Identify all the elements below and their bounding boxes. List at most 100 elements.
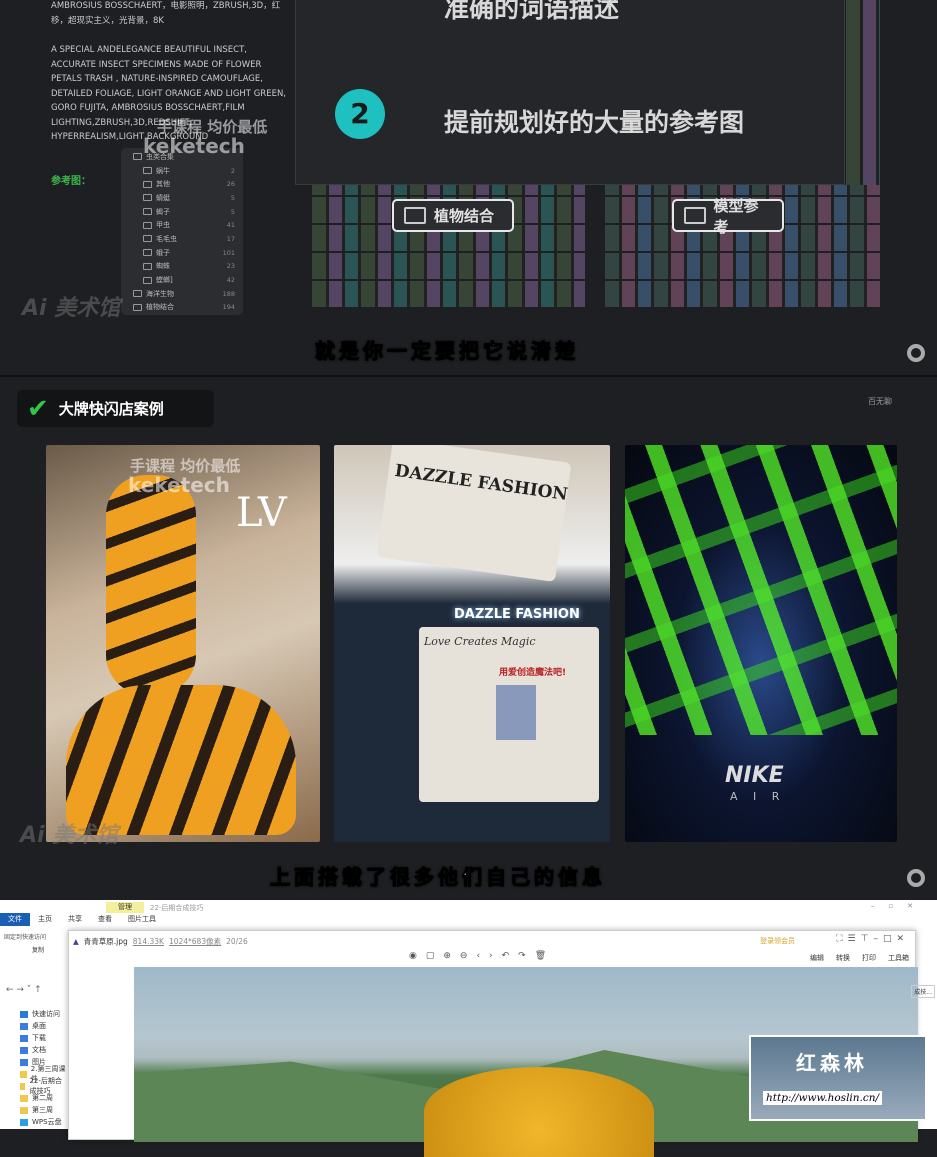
newspaper-headline: Love Creates Magic bbox=[424, 635, 536, 648]
nav-item[interactable]: 22-后期合成技巧 bbox=[0, 1077, 66, 1095]
check-icon: ✔ bbox=[27, 393, 49, 424]
viewer-action[interactable]: 工具箱 bbox=[888, 953, 909, 963]
tree-item-count: 194 bbox=[222, 303, 235, 312]
tree-item-label: 螳螂] bbox=[156, 276, 173, 285]
folder-plants[interactable]: 植物结合 bbox=[392, 199, 514, 232]
newspaper-caption: 用爱创造魔法吧! bbox=[499, 668, 567, 678]
folder-icon bbox=[143, 262, 152, 270]
folder-models[interactable]: 模型参考 bbox=[672, 197, 784, 236]
folder-icon bbox=[20, 1094, 28, 1102]
tree-item-count: 26 bbox=[226, 180, 235, 189]
points-card: 准确的词语描述 2 提前规划好的大量的参考图 bbox=[295, 0, 845, 185]
slide-reference-images: AMBROSIUS BOSSCHAERT，电影照明，ZBRUSH,3D，红移，超… bbox=[0, 0, 937, 375]
nav-item[interactable]: 下载 bbox=[0, 1032, 66, 1044]
ai-museum-logo: Ai 美术馆 bbox=[20, 823, 119, 848]
point2-number: 2 bbox=[335, 89, 385, 139]
folder-icon bbox=[143, 249, 152, 257]
screen bbox=[496, 685, 536, 740]
ribbon-tab[interactable]: 共享 bbox=[60, 913, 90, 926]
nav-item[interactable]: 第三周 bbox=[0, 1104, 66, 1116]
tree-item-label: 海洋生物 bbox=[146, 289, 174, 298]
point1-text: 准确的词语描述 bbox=[444, 0, 620, 23]
viewer-action[interactable]: 编辑 bbox=[810, 953, 824, 963]
tree-item-count: 17 bbox=[226, 234, 235, 243]
nav-item[interactable]: 快速访问 bbox=[0, 1008, 66, 1020]
ribbon-pin[interactable]: 固定到快速访问 bbox=[4, 932, 64, 943]
folder-icon bbox=[20, 1106, 28, 1114]
tree-item[interactable]: 蜗牛 2 bbox=[121, 164, 243, 178]
prompt-cn: AMBROSIUS BOSSCHAERT，电影照明，ZBRUSH,3D，红移，超… bbox=[51, 1, 281, 26]
folder-icon bbox=[20, 1034, 28, 1042]
tree-item[interactable]: 螳螂] 42 bbox=[121, 273, 243, 287]
tree-item[interactable]: 其他 26 bbox=[121, 177, 243, 191]
tree-item[interactable]: 海洋生物 188 bbox=[121, 287, 243, 301]
channel-logo-icon bbox=[907, 344, 925, 362]
channel-logo-icon bbox=[907, 869, 925, 887]
point2-text: 提前规划好的大量的参考图 bbox=[444, 108, 745, 137]
folder-tree: 虫类合集 蜗牛 2 其他 26 蜻蜓 5 蝎子 5 甲虫 41 毛毛虫 17 蛾子 101 蜘蛛 23 螳螂] 4… bbox=[121, 148, 243, 315]
ribbon-tab[interactable]: 主页 bbox=[30, 913, 60, 926]
file-explorer: 管理 22-后期合成技巧 –▫✕ 文件 主页 共享 查看 图片工具 固定到快速访问 复制… bbox=[0, 900, 937, 1157]
tree-item[interactable]: 蝎子 5 bbox=[121, 205, 243, 219]
tree-item-label: 蝎子 bbox=[156, 207, 170, 216]
window-controls[interactable]: –▫✕ bbox=[871, 902, 927, 910]
folder-icon bbox=[20, 1082, 26, 1090]
tree-item[interactable]: 蜻蜓 5 bbox=[121, 191, 243, 205]
folder-icon bbox=[20, 1058, 28, 1066]
tree-item[interactable]: 毛毛虫 17 bbox=[121, 232, 243, 246]
search-box[interactable]: 成技... bbox=[911, 985, 935, 998]
tree-item-label: 毛毛虫 bbox=[156, 234, 177, 243]
viewer-action[interactable]: 转换 bbox=[836, 953, 850, 963]
tree-item-label: 蛾子 bbox=[156, 248, 170, 257]
subtitle: 上面搭载了很多他们自己的信息 bbox=[270, 865, 606, 890]
window-title: 22-后期合成技巧 bbox=[150, 904, 204, 912]
folder-icon bbox=[133, 303, 142, 311]
ribbon-tab[interactable]: 文件 bbox=[0, 913, 30, 926]
folder-icon bbox=[404, 207, 426, 224]
nav-label: 第三周 bbox=[32, 1106, 53, 1114]
tree-item-label: 蜗牛 bbox=[156, 166, 170, 175]
folder-icon bbox=[20, 1046, 28, 1054]
viewer-action[interactable]: 打印 bbox=[862, 953, 876, 963]
lv-logo: LV bbox=[236, 490, 287, 536]
viewer-window-controls[interactable]: ⛶☰⊤–□✕ bbox=[836, 934, 909, 944]
nav-label: WPS云盘 bbox=[32, 1118, 62, 1126]
tree-item-count: 5 bbox=[230, 207, 235, 216]
tree-item-label: 其他 bbox=[156, 180, 170, 189]
photo-nike: NIKE A I R bbox=[625, 445, 897, 842]
photo-lv: LV bbox=[46, 445, 320, 842]
photo-dazzle: DAZZLE FASHION DAZZLE FASHION Love Creat… bbox=[334, 445, 610, 842]
viewer-toolbar[interactable]: ◉▢⊕⊖‹›↶↷🗑 bbox=[409, 951, 555, 961]
nav-arrows[interactable]: ← → ˅ ↑ bbox=[6, 985, 42, 995]
tree-item[interactable]: 甲虫 41 bbox=[121, 218, 243, 232]
tree-item-label: 蜻蜓 bbox=[156, 193, 170, 202]
tree-item[interactable]: 蛾子 101 bbox=[121, 246, 243, 260]
tree-item[interactable]: 蜘蛛 23 bbox=[121, 260, 243, 274]
tree-item-label: 蜘蛛 bbox=[156, 262, 170, 271]
nike-logo: NIKE bbox=[725, 763, 784, 788]
corner-logo: 百无聊 bbox=[868, 397, 892, 406]
ribbon-copy[interactable]: 复制 bbox=[32, 945, 44, 954]
nav-label: 下载 bbox=[32, 1034, 46, 1042]
ribbon-tab[interactable]: 图片工具 bbox=[120, 913, 164, 926]
nav-item[interactable]: 文档 bbox=[0, 1044, 66, 1056]
subtitle: 就是你一定要把它说清楚 bbox=[315, 339, 579, 364]
nav-item[interactable]: WPS云盘 bbox=[0, 1116, 66, 1128]
nav-item[interactable]: 桌面 bbox=[0, 1020, 66, 1032]
tree-item-label: 植物结合 bbox=[146, 303, 174, 312]
ribbon-tab[interactable]: 查看 bbox=[90, 913, 120, 926]
tree-item[interactable]: 植物结合 194 bbox=[121, 301, 243, 315]
tent bbox=[424, 1067, 654, 1157]
login-link[interactable]: 登录领会员 bbox=[760, 936, 795, 946]
folder-icon bbox=[143, 194, 152, 202]
hoslin-name: 红森林 bbox=[796, 1051, 868, 1075]
tree-item-count: 101 bbox=[222, 248, 235, 257]
file-size[interactable]: 814.33K bbox=[133, 937, 164, 946]
image-dimensions[interactable]: 1024*683像素 bbox=[169, 936, 221, 947]
context-tab[interactable]: 管理 bbox=[106, 902, 144, 913]
nav-label: 第二周 bbox=[32, 1094, 53, 1102]
reference-label: 参考图： bbox=[51, 176, 91, 187]
nav-label: 文档 bbox=[32, 1046, 46, 1054]
viewer-filename: 青青草原.jpg bbox=[83, 937, 128, 946]
watermark-line2: keketech bbox=[128, 473, 230, 497]
